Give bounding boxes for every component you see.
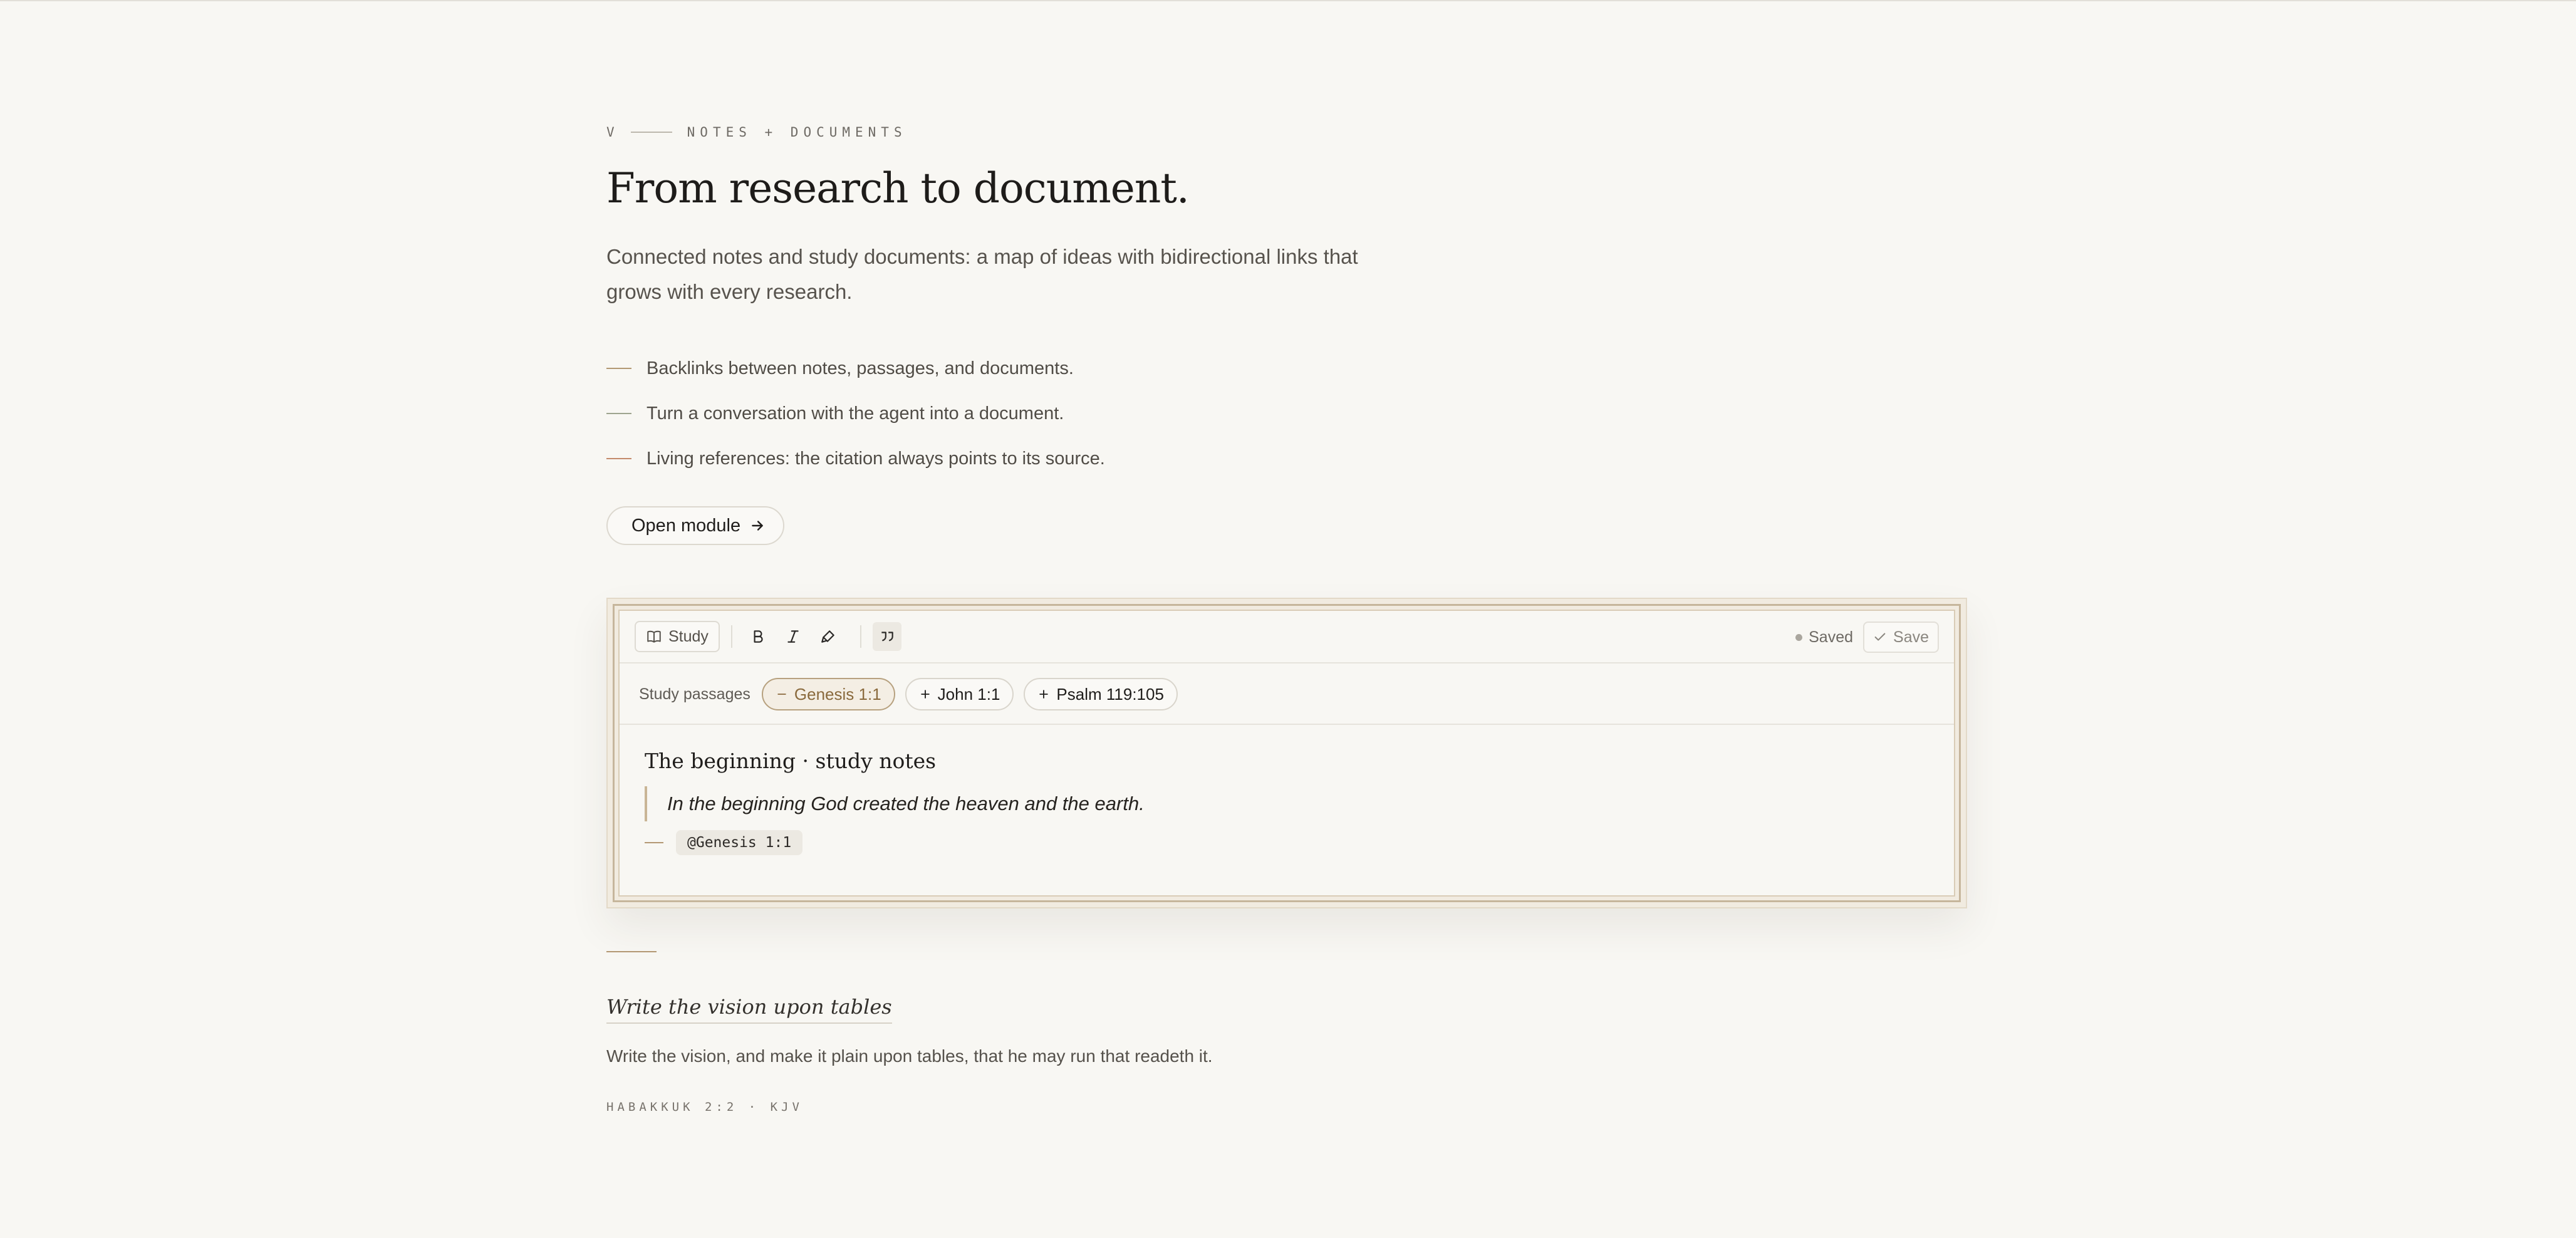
- editor-panel: Study Saved Save Study passages Genesis …: [618, 610, 1955, 897]
- study-passages-bar: Study passages Genesis 1:1 John 1:1 Psal…: [620, 665, 1954, 725]
- italic-icon: [787, 630, 799, 643]
- save-button-label: Save: [1893, 628, 1929, 646]
- section-description: Connected notes and study documents: a m…: [606, 245, 1358, 303]
- quote-button[interactable]: [872, 622, 901, 651]
- toolbar-status: Saved Save: [1795, 622, 1939, 653]
- toolbar-separator: [730, 625, 732, 648]
- save-status: Saved: [1795, 628, 1853, 647]
- document-title: The beginning · study notes: [645, 749, 937, 773]
- status-dot: [1795, 633, 1803, 641]
- study-passages-label: Study passages: [639, 685, 750, 703]
- section-label: NOTES + DOCUMENTS: [687, 125, 907, 140]
- quote-icon: [881, 632, 893, 642]
- arrow-right-icon: [752, 521, 763, 531]
- open-module-button[interactable]: Open module: [606, 506, 784, 545]
- bold-button[interactable]: [744, 622, 772, 651]
- editor-toolbar: Study Saved Save: [620, 611, 1954, 663]
- book-icon: [647, 630, 661, 643]
- editor-preview: Study Saved Save Study passages Genesis …: [606, 598, 1967, 908]
- feature-text: Living references: the citation always p…: [647, 448, 1105, 469]
- feature-dash: [606, 413, 631, 414]
- feature-list: Backlinks between notes, passages, and d…: [606, 346, 1105, 481]
- minus-icon: [777, 694, 786, 695]
- passage-chip-label: Genesis 1:1: [794, 684, 881, 704]
- quote-reference: @Genesis 1:1: [645, 830, 803, 855]
- reference-dash: [645, 842, 663, 843]
- plus-icon: [920, 690, 930, 699]
- feature-dash: [606, 458, 631, 459]
- feature-item: Turn a conversation with the agent into …: [606, 391, 1105, 436]
- feature-text: Turn a conversation with the agent into …: [647, 403, 1064, 424]
- passage-chip-john[interactable]: John 1:1: [905, 678, 1014, 710]
- verse-text: Write the vision, and make it plain upon…: [606, 1046, 1213, 1066]
- document-body[interactable]: The beginning · study notes In the begin…: [645, 749, 1929, 855]
- verse-reference: HABAKKUK 2:2 · KJV: [606, 1100, 803, 1114]
- highlight-button[interactable]: [814, 622, 843, 651]
- section-title: From research to document.: [606, 164, 1190, 212]
- passage-chip-label: Psalm 119:105: [1056, 684, 1164, 704]
- italic-button[interactable]: [779, 622, 808, 651]
- toolbar-separator: [860, 625, 861, 648]
- scripture-quote: In the beginning God created the heaven …: [645, 786, 1145, 821]
- highlight-icon: [821, 630, 834, 643]
- study-mode-button[interactable]: Study: [635, 621, 720, 652]
- study-mode-label: Study: [668, 627, 709, 645]
- save-button[interactable]: Save: [1863, 622, 1939, 653]
- open-module-label: Open module: [631, 515, 741, 536]
- section-number: V: [606, 125, 620, 140]
- top-divider: [0, 0, 2576, 1]
- bold-icon: [754, 630, 763, 643]
- accent-rule: [606, 951, 657, 952]
- eyebrow-rule: [630, 132, 672, 133]
- passage-chip-label: John 1:1: [937, 684, 1000, 704]
- passage-chip-psalm[interactable]: Psalm 119:105: [1024, 678, 1178, 710]
- feature-text: Backlinks between notes, passages, and d…: [647, 358, 1074, 378]
- section-eyebrow: V NOTES + DOCUMENTS: [606, 123, 907, 142]
- save-status-text: Saved: [1809, 628, 1854, 646]
- reference-tag[interactable]: @Genesis 1:1: [676, 830, 803, 855]
- feature-item: Backlinks between notes, passages, and d…: [606, 346, 1105, 391]
- check-icon: [1874, 633, 1886, 641]
- feature-dash: [606, 368, 631, 369]
- passage-chip-genesis[interactable]: Genesis 1:1: [761, 678, 895, 710]
- plus-icon: [1039, 690, 1049, 699]
- verse-title: Write the vision upon tables: [606, 995, 892, 1024]
- feature-item: Living references: the citation always p…: [606, 436, 1105, 481]
